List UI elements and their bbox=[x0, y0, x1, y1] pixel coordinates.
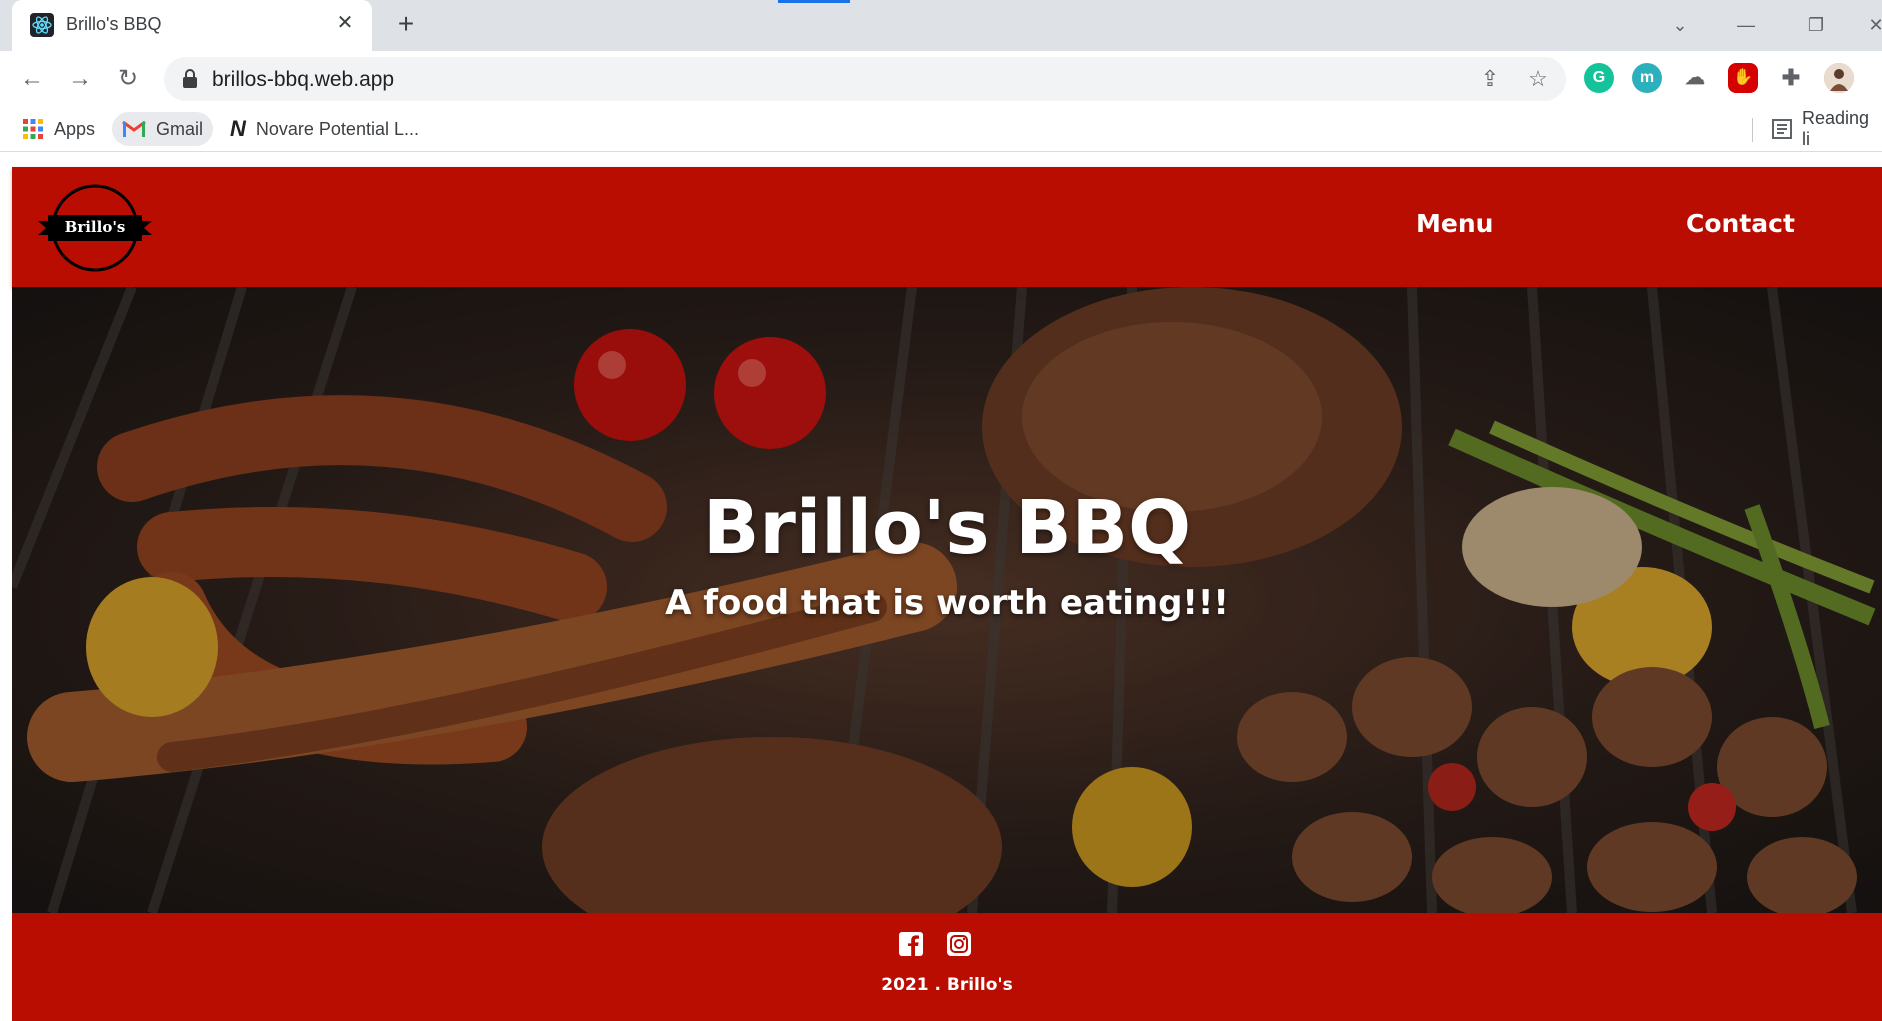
bookmark-label: Apps bbox=[54, 118, 96, 139]
grammarly-icon[interactable]: G bbox=[1584, 63, 1614, 93]
bookmark-novare[interactable]: N Novare Potential L... bbox=[220, 112, 429, 146]
bookmark-label: Gmail bbox=[156, 118, 204, 139]
reload-icon[interactable]: ↻ bbox=[110, 61, 146, 97]
instagram-icon[interactable] bbox=[946, 931, 972, 957]
tab-search-icon[interactable]: ⌄ bbox=[1660, 10, 1700, 40]
back-icon[interactable]: ← bbox=[14, 61, 50, 97]
extension-m-icon[interactable]: m bbox=[1632, 63, 1662, 93]
star-icon[interactable]: ☆ bbox=[1524, 65, 1552, 93]
restore-icon[interactable]: ❐ bbox=[1796, 10, 1836, 40]
tab-title: Brillo's BBQ bbox=[66, 14, 162, 34]
site-header: Brillo's Menu Contact bbox=[12, 167, 1882, 287]
browser-toolbar: ← → ↻ brillos-bbq.web.app ⇪ ☆ G m ☁ ✋ ✚ bbox=[0, 51, 1882, 106]
react-favicon-icon bbox=[30, 13, 54, 37]
tab-strip: Brillo's BBQ ✕ + ⌄ — ❐ ✕ bbox=[0, 0, 1882, 51]
lock-icon[interactable] bbox=[182, 69, 198, 89]
profile-avatar[interactable] bbox=[1824, 63, 1854, 93]
hero-title: Brillo's BBQ bbox=[702, 485, 1191, 571]
reading-list[interactable]: Reading li bbox=[1762, 108, 1882, 149]
loading-indicator bbox=[778, 0, 850, 3]
site-logo[interactable]: Brillo's bbox=[38, 183, 152, 273]
facebook-icon[interactable] bbox=[898, 931, 924, 957]
forward-icon[interactable]: → bbox=[62, 61, 98, 97]
puzzle-icon[interactable]: ✚ bbox=[1776, 63, 1806, 93]
apps-grid-icon bbox=[22, 118, 44, 140]
hero-subtitle: A food that is worth eating!!! bbox=[665, 583, 1229, 623]
logo-text: Brillo's bbox=[64, 218, 126, 236]
minimize-icon[interactable]: — bbox=[1726, 10, 1766, 40]
address-bar[interactable]: brillos-bbq.web.app ⇪ ☆ bbox=[164, 57, 1566, 101]
active-tab[interactable]: Brillo's BBQ ✕ bbox=[12, 0, 372, 51]
bookmark-label: Novare Potential L... bbox=[255, 118, 419, 139]
reading-list-label: Reading li bbox=[1802, 108, 1870, 149]
notion-icon: N bbox=[230, 116, 246, 141]
gmail-icon bbox=[122, 120, 146, 138]
bookmarks-bar: Apps Gmail N Novare Potential L... Readi… bbox=[0, 106, 1882, 152]
reading-list-icon bbox=[1772, 119, 1792, 139]
nav-contact-link[interactable]: Contact bbox=[1686, 209, 1795, 238]
url-text[interactable]: brillos-bbq.web.app bbox=[212, 68, 394, 92]
cloud-icon[interactable]: ☁ bbox=[1680, 63, 1710, 93]
footer-copyright: 2021 . Brillo's bbox=[881, 975, 1013, 995]
close-icon[interactable]: ✕ bbox=[332, 10, 358, 36]
window-close-icon[interactable]: ✕ bbox=[1856, 10, 1882, 40]
bookmark-apps[interactable]: Apps bbox=[12, 112, 105, 146]
page-viewport: Brillo's Menu Contact Brillo's BBQ A foo… bbox=[0, 153, 1882, 1021]
nav-menu-link[interactable]: Menu bbox=[1416, 209, 1493, 238]
plus-icon[interactable]: + bbox=[390, 9, 422, 41]
bookmarks-divider bbox=[1752, 118, 1753, 142]
adblock-icon[interactable]: ✋ bbox=[1728, 63, 1758, 93]
share-icon[interactable]: ⇪ bbox=[1476, 65, 1504, 93]
site-footer: 2021 . Brillo's bbox=[12, 913, 1882, 1021]
hero-banner: Brillo's BBQ A food that is worth eating… bbox=[12, 287, 1882, 913]
bookmark-gmail[interactable]: Gmail bbox=[112, 112, 214, 146]
